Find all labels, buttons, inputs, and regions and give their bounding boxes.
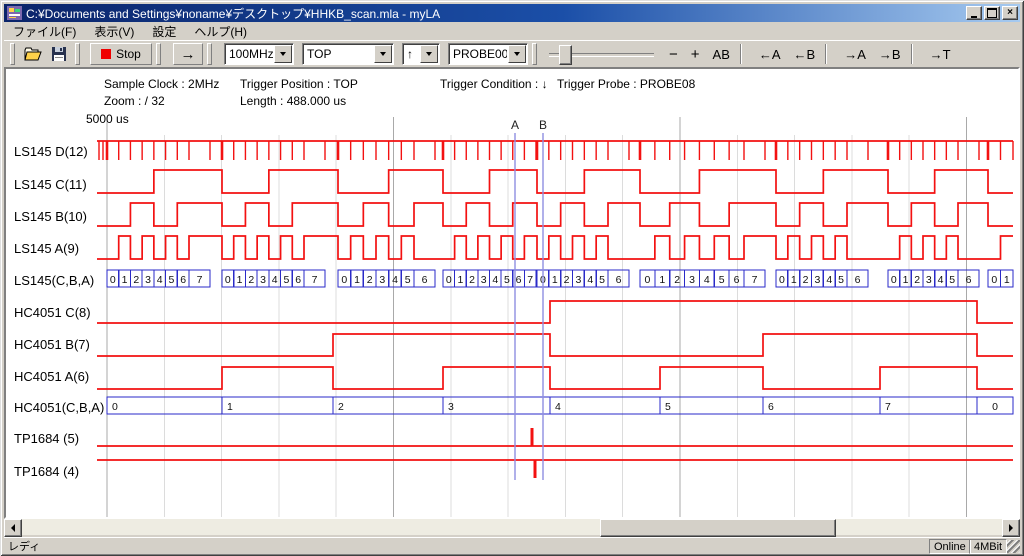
status-bar: レディ Online 4MBit (4, 537, 1020, 553)
toolbar-grip[interactable] (532, 43, 537, 65)
toolbar: Stop → 100MHz TOP ↑ PROBE00 − + AB ←A (4, 40, 1020, 68)
trigger-position-value: TOP (303, 47, 373, 61)
chevron-down-icon (280, 52, 286, 56)
arrow-left-icon (11, 524, 15, 532)
status-online-badge: Online (929, 539, 971, 554)
trigger-edge-combo[interactable]: ↑ (402, 43, 440, 65)
window-title: C:¥Documents and Settings¥noname¥デスクトップ¥… (26, 5, 440, 22)
toolbar-separator (740, 44, 742, 64)
goto-cursor-a-left-button[interactable]: ←A (756, 43, 784, 65)
app-icon (7, 6, 22, 20)
trigger-position-combo[interactable]: TOP (302, 43, 394, 65)
status-ready-text: レディ (8, 538, 40, 554)
combo-dropdown-button[interactable] (274, 45, 292, 63)
sample-clock-value: 100MHz (225, 47, 273, 61)
menu-bar: ファイル(F) 表示(V) 設定 ヘルプ(H) (4, 23, 1020, 39)
trigger-edge-value: ↑ (403, 47, 419, 61)
menu-view[interactable]: 表示(V) (85, 22, 143, 41)
goto-cursor-b-right-button[interactable]: →B (876, 43, 904, 65)
menu-settings[interactable]: 設定 (143, 22, 185, 41)
toolbar-grip[interactable] (156, 43, 161, 65)
slider-thumb[interactable] (559, 45, 572, 65)
combo-dropdown-button[interactable] (508, 45, 526, 63)
chevron-down-icon (426, 52, 432, 56)
toolbar-grip[interactable] (75, 43, 80, 65)
zoom-slider[interactable] (549, 43, 654, 65)
close-button[interactable]: × (1002, 6, 1018, 20)
stop-label: Stop (116, 47, 141, 61)
open-file-button[interactable] (19, 43, 47, 65)
minimize-icon (971, 16, 977, 18)
zoom-out-button[interactable]: − (666, 43, 681, 65)
sample-clock-combo[interactable]: 100MHz (224, 43, 294, 65)
resize-grip-icon[interactable] (1007, 540, 1020, 553)
close-icon: × (1007, 8, 1013, 18)
menu-file[interactable]: ファイル(F) (4, 22, 85, 41)
status-memory-badge: 4MBit (969, 539, 1007, 554)
combo-dropdown-button[interactable] (420, 45, 438, 63)
floppy-icon (52, 47, 66, 61)
goto-trigger-button[interactable]: →T (927, 43, 954, 65)
trigger-probe-combo[interactable]: PROBE00 (448, 43, 528, 65)
scrollbar-thumb[interactable] (600, 519, 836, 537)
trigger-probe-value: PROBE00 (449, 47, 507, 61)
maximize-icon (987, 8, 997, 18)
save-button[interactable] (47, 43, 71, 65)
open-folder-icon (24, 47, 42, 61)
scroll-left-button[interactable] (4, 519, 22, 537)
toolbar-separator (911, 44, 913, 64)
toolbar-grip[interactable] (207, 43, 212, 65)
run-button[interactable]: → (173, 43, 203, 65)
combo-dropdown-button[interactable] (374, 45, 392, 63)
minimize-button[interactable] (966, 6, 982, 20)
stop-button[interactable]: Stop (90, 43, 152, 65)
menu-help[interactable]: ヘルプ(H) (185, 22, 256, 41)
app-window: C:¥Documents and Settings¥noname¥デスクトップ¥… (0, 0, 1024, 556)
title-bar[interactable]: C:¥Documents and Settings¥noname¥デスクトップ¥… (4, 4, 1020, 22)
waveform-panel[interactable] (4, 67, 1020, 519)
stop-icon (101, 49, 111, 59)
toolbar-separator (825, 44, 827, 64)
chevron-down-icon (514, 52, 520, 56)
toolbar-grip[interactable] (10, 43, 15, 65)
chevron-down-icon (380, 52, 386, 56)
goto-cursor-a-right-button[interactable]: →A (841, 43, 869, 65)
arrow-right-icon (1009, 524, 1013, 532)
maximize-button[interactable] (984, 6, 1000, 20)
zoom-in-button[interactable]: + (688, 43, 703, 65)
goto-cursor-b-left-button[interactable]: ←B (791, 43, 819, 65)
scroll-right-button[interactable] (1002, 519, 1020, 537)
ab-cursor-button[interactable]: AB (710, 43, 733, 65)
horizontal-scrollbar[interactable] (4, 519, 1020, 535)
